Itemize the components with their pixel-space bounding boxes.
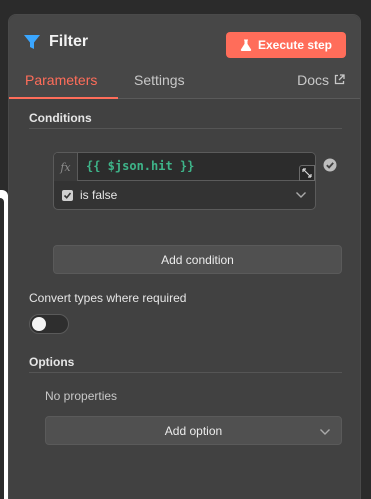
fx-icon: fx [54,153,78,181]
tab-settings[interactable]: Settings [134,71,185,99]
flask-icon [240,39,252,51]
convert-types-label: Convert types where required [29,291,187,305]
panel-title-row: Filter [23,33,88,51]
condition-row: fx {{ $json.hit }} is false [53,152,316,210]
conditions-heading: Conditions [29,111,92,125]
boolean-check-icon [62,190,73,201]
external-link-icon [334,74,345,85]
chevron-down-icon [296,192,306,198]
condition-operator-select[interactable]: is false [54,182,315,209]
options-divider [29,372,342,373]
execute-step-label: Execute step [257,38,333,52]
filter-icon [24,35,40,49]
docs-label: Docs [297,72,329,88]
chevron-down-icon [320,429,330,435]
no-properties-text: No properties [45,389,118,403]
execute-step-button[interactable]: Execute step [226,32,346,58]
check-circle-icon [323,158,337,172]
add-option-label: Add option [164,423,223,438]
docs-link[interactable]: Docs [297,71,345,99]
panel-header: Filter Execute step Parameters Settings … [9,15,360,99]
options-heading: Options [29,355,75,369]
conditions-divider [29,128,342,129]
condition-expression-field[interactable]: fx {{ $json.hit }} [54,153,315,181]
background-canvas-edge-inner [0,198,4,499]
tab-parameters[interactable]: Parameters [9,71,118,99]
condition-operator-label: is false [80,188,118,202]
add-option-select[interactable]: Add option [45,416,342,445]
panel-title: Filter [49,33,89,50]
filter-node-panel: Filter Execute step Parameters Settings … [8,14,361,499]
add-condition-button[interactable]: Add condition [53,245,342,274]
panel-tabs: Parameters Settings Docs [9,71,360,99]
convert-types-toggle[interactable] [29,314,69,334]
expand-editor-icon[interactable] [299,165,315,181]
toggle-knob [32,317,46,331]
condition-expression: {{ $json.hit }} [86,159,195,173]
